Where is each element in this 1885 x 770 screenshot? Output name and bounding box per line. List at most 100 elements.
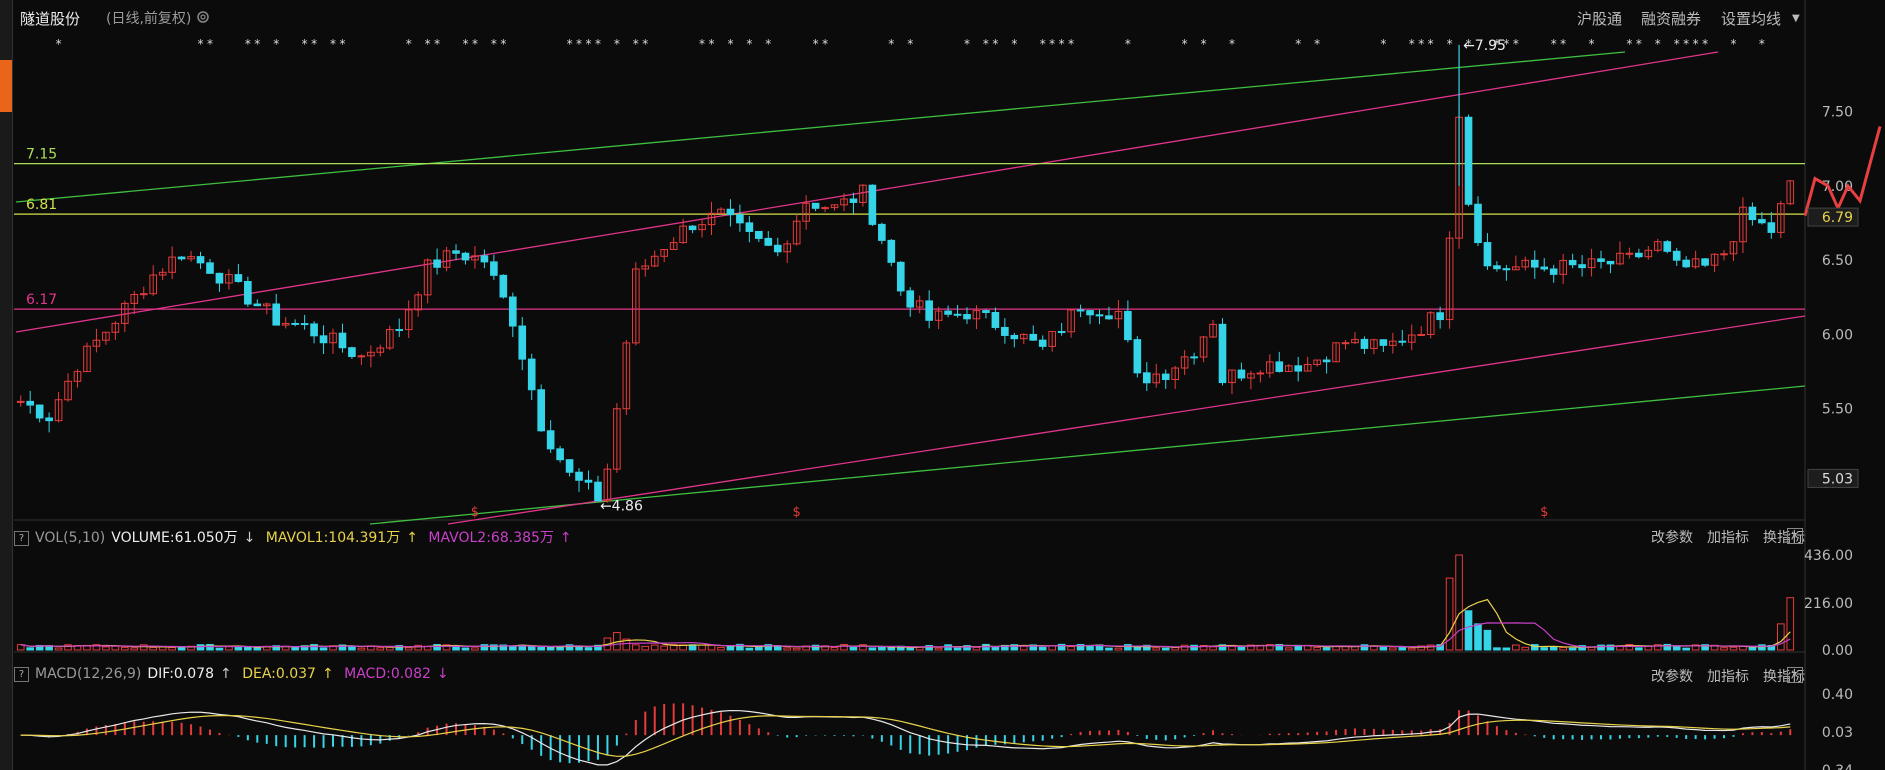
volume-bar <box>1672 645 1681 651</box>
event-marker: * <box>1447 37 1453 51</box>
volume-bar <box>1455 554 1463 651</box>
volume-bar <box>792 647 801 651</box>
close-icon[interactable]: × <box>1787 528 1803 544</box>
candle-body <box>1275 361 1284 372</box>
volume-bar <box>244 646 252 651</box>
edit-params-button[interactable]: 改参数 <box>1651 669 1693 685</box>
volume-bar <box>1512 644 1520 651</box>
candle-body <box>196 256 205 264</box>
event-marker: * <box>406 37 412 51</box>
volume-bar <box>385 646 394 651</box>
volume-bar <box>508 646 517 651</box>
close-icon[interactable]: × <box>1787 667 1803 683</box>
event-marker: * <box>907 37 913 51</box>
candle-body <box>1417 334 1426 337</box>
add-indicator-button[interactable]: 加指标 <box>1707 669 1749 685</box>
event-marker: * <box>1683 37 1689 51</box>
volume-bar <box>225 646 233 651</box>
event-marker: * <box>302 37 308 51</box>
candle-body <box>1758 219 1766 224</box>
event-marker: * <box>1626 37 1632 51</box>
candle-body <box>906 290 915 308</box>
down-arrow-icon: ↓ <box>243 530 256 546</box>
volume-bar <box>1284 647 1293 651</box>
event-marker: * <box>746 37 752 51</box>
level-label: 6.81 <box>26 197 57 213</box>
event-marker: * <box>699 37 705 51</box>
macd-tools: 改参数 加指标 换指标 <box>1637 666 1805 686</box>
volume-bar <box>196 644 205 651</box>
event-marker: * <box>311 37 317 51</box>
event-marker: * <box>1418 37 1424 51</box>
volume-bar <box>1720 647 1728 651</box>
candle-body <box>1701 258 1709 266</box>
candle-body <box>878 223 886 241</box>
candle-body <box>35 404 44 419</box>
volume-bar <box>1502 647 1511 651</box>
event-marker: * <box>1759 37 1765 51</box>
volume-tools: 改参数 加指标 换指标 <box>1637 527 1805 547</box>
volume-bar <box>527 645 536 651</box>
candle-body <box>16 400 25 403</box>
candle-body <box>688 225 697 231</box>
volume-bar <box>1493 647 1501 651</box>
candle-body <box>1095 314 1104 317</box>
edit-params-button[interactable]: 改参数 <box>1651 530 1693 546</box>
event-marker: * <box>1040 37 1046 51</box>
y-tick-label: 216.00 <box>1804 596 1853 612</box>
event-marker: * <box>1229 37 1235 51</box>
candle-body <box>1483 242 1492 267</box>
candle-body <box>1294 365 1303 372</box>
event-marker: * <box>462 37 468 51</box>
candle-body <box>736 214 744 224</box>
candle-body <box>357 355 366 358</box>
event-marker: * <box>1068 37 1074 51</box>
candle-body <box>849 198 858 203</box>
price-panel: 7.507.006.506.005.505.007.156.816.17←7.9… <box>14 0 1882 770</box>
candle-body <box>300 323 309 326</box>
trend-line-green-upper <box>15 51 1626 203</box>
volume-bar <box>480 644 489 651</box>
add-indicator-button[interactable]: 加指标 <box>1707 530 1749 546</box>
candle-body <box>773 244 782 253</box>
candle-body <box>1720 253 1728 256</box>
volume-bar <box>1124 644 1132 651</box>
macd-label: MACD(12,26,9) <box>35 666 142 682</box>
candle-body <box>1436 312 1444 321</box>
y-tick-label: -0.34 <box>1817 763 1853 770</box>
candle-body <box>1161 373 1170 380</box>
y-tick-label: 6.50 <box>1822 253 1853 269</box>
chart-canvas: 7.507.006.506.005.505.007.156.816.17←7.9… <box>14 0 1882 770</box>
volume-panel: 436.00 216.00 0.00 <box>16 548 1853 659</box>
volume-bar <box>972 646 981 651</box>
volume-bar <box>991 646 1000 651</box>
help-icon[interactable]: ? <box>14 531 29 546</box>
event-marker: * <box>207 37 213 51</box>
macd-value: MACD:0.082 <box>344 666 431 682</box>
volume-bar <box>1521 646 1530 651</box>
candle-body <box>1568 259 1577 266</box>
event-marker: * <box>1049 37 1055 51</box>
help-icon[interactable]: ? <box>14 667 29 682</box>
event-marker: * <box>1011 37 1017 51</box>
volume-bar <box>537 646 545 651</box>
candle-body <box>1493 265 1501 270</box>
volume-bar <box>1474 623 1482 651</box>
dif-value: DIF:0.078 <box>147 666 214 682</box>
volume-bar <box>1313 646 1321 651</box>
candle-body <box>1748 206 1757 221</box>
volume-bar <box>584 647 593 651</box>
volume-bar <box>1786 597 1795 651</box>
candle-body <box>1001 326 1009 336</box>
volume-bar <box>1776 623 1785 651</box>
volume-bar <box>1597 644 1605 651</box>
event-marker: * <box>1380 37 1386 51</box>
candle-body <box>726 208 735 216</box>
candle-body <box>177 256 186 260</box>
candle-body <box>1625 252 1634 255</box>
volume-bar <box>376 647 385 651</box>
y-tick-label: 5.50 <box>1822 402 1853 418</box>
volume-bar <box>830 647 839 651</box>
event-marker: * <box>198 37 204 51</box>
candle-body <box>1672 250 1681 261</box>
